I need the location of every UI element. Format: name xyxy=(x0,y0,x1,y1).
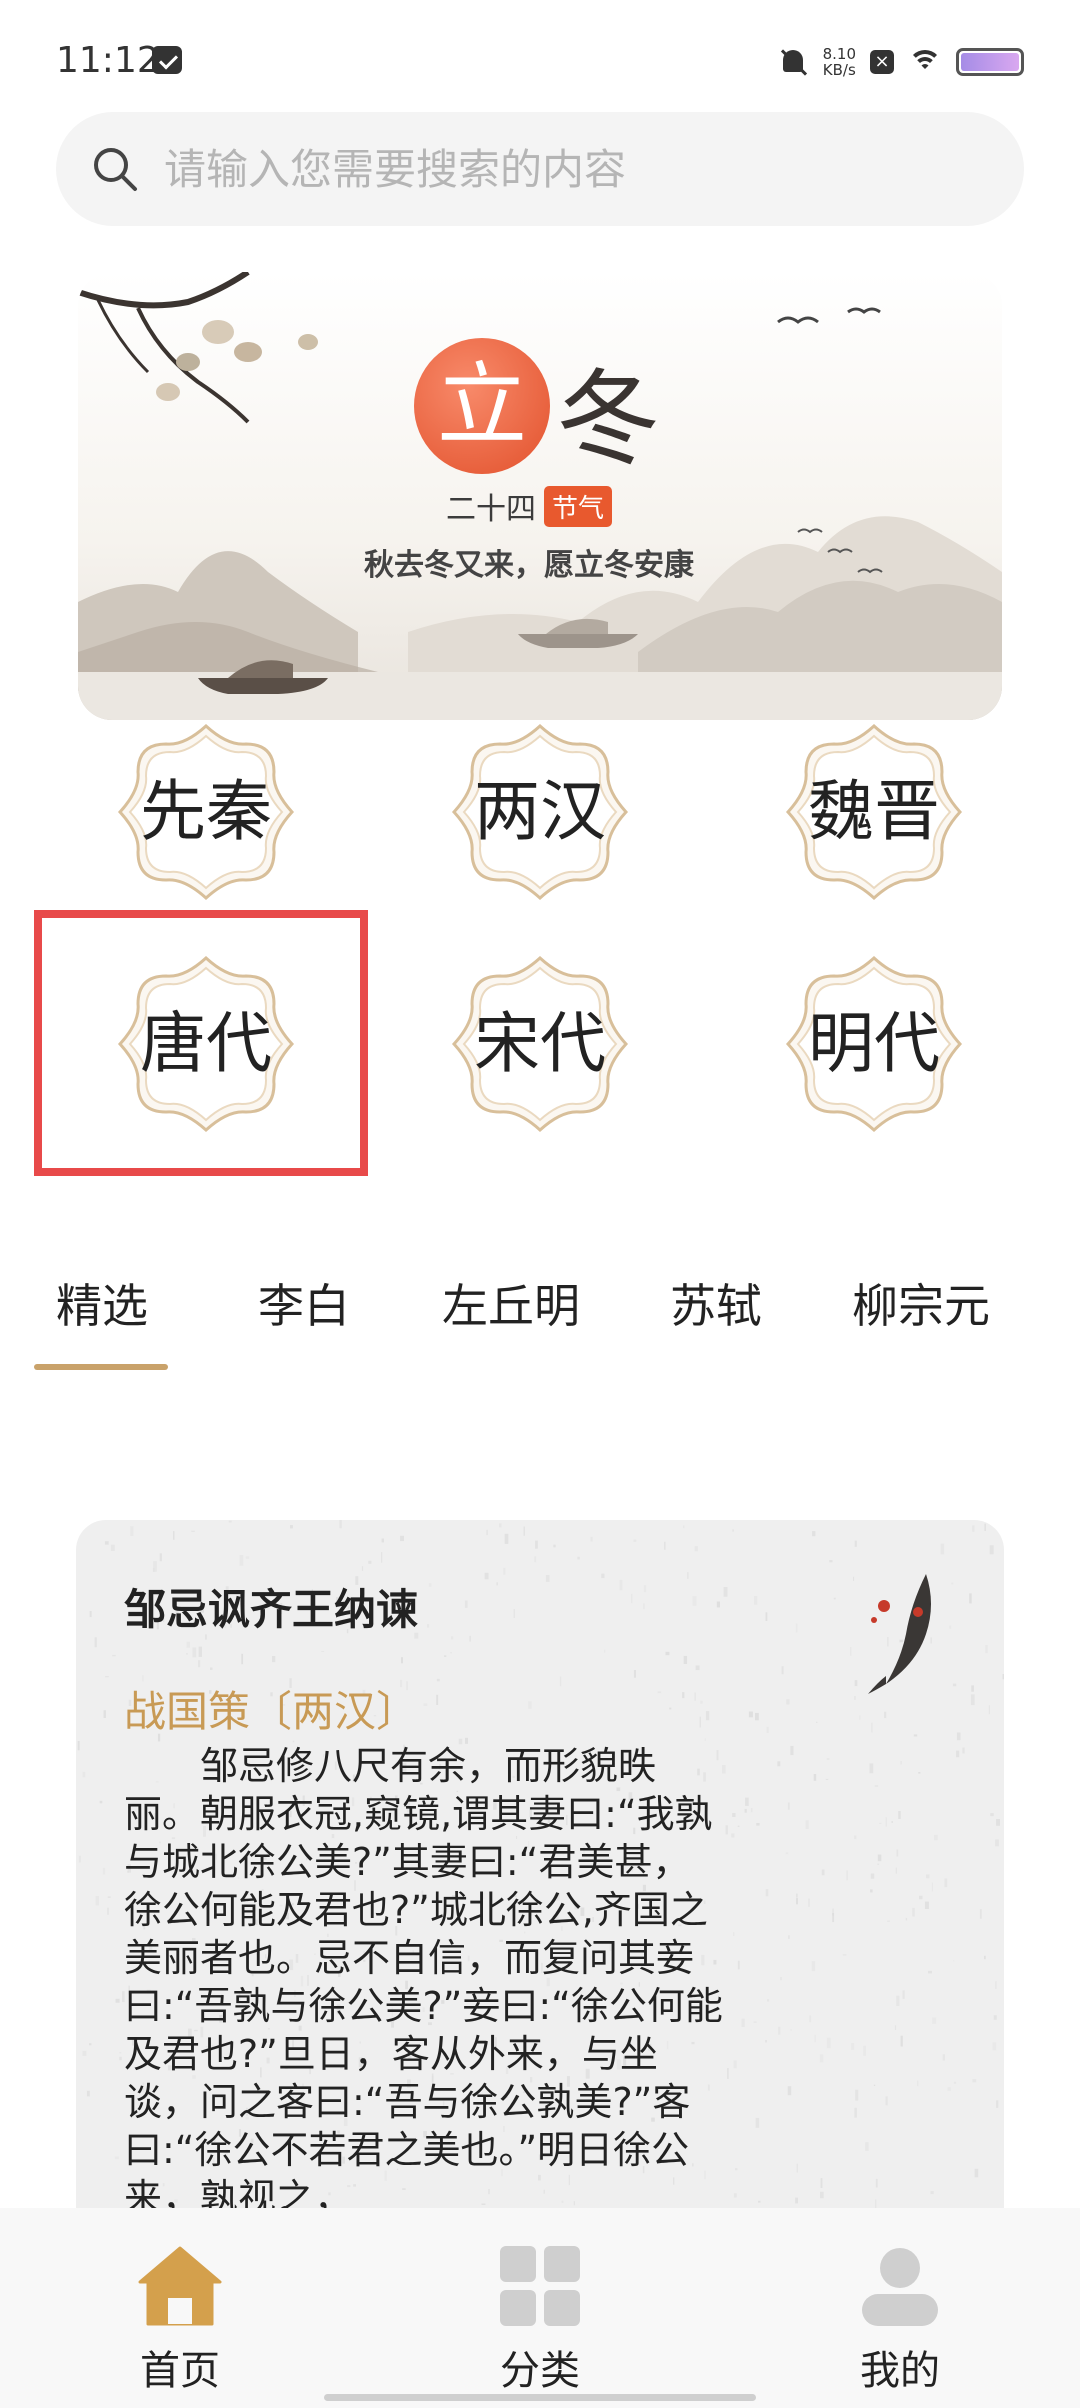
dynasty-weijin[interactable]: 魏晋 xyxy=(784,722,964,902)
nav-mine[interactable]: 我的 xyxy=(840,2246,960,2396)
message-icon xyxy=(152,46,182,74)
solar-term-banner[interactable]: 立 冬 二十四 节气 秋去冬又来，愿立冬安康 xyxy=(78,272,1002,720)
dynasty-xianqin[interactable]: 先秦 xyxy=(116,722,296,902)
close-box-icon: × xyxy=(870,50,894,74)
poem-card[interactable]: 邹忌讽齐王纳谏 战国策〔两汉〕 邹忌修八尺有余，而形貌昳丽。朝服衣冠,窥镜,谓其… xyxy=(76,1520,1004,2220)
home-icon xyxy=(138,2246,222,2326)
poem-title: 邹忌讽齐王纳谏 xyxy=(124,1585,419,1634)
network-speed-unit: KB/s xyxy=(822,61,856,79)
poem-source: 战国策〔两汉〕 xyxy=(124,1687,419,1736)
search-bar[interactable] xyxy=(56,112,1024,226)
banner-subtitle: 二十四 节气 xyxy=(446,484,613,528)
bottom-navigation: 首页 分类 我的 xyxy=(0,2208,1080,2408)
banner-slogan: 秋去冬又来，愿立冬安康 xyxy=(364,548,694,583)
banner-subtitle-badge: 节气 xyxy=(544,485,613,527)
tab-jingxuan[interactable]: 精选 xyxy=(56,1270,148,1336)
gesture-home-bar[interactable] xyxy=(324,2394,756,2401)
banner-title-li: 立 xyxy=(414,338,550,474)
dynasty-label: 魏晋 xyxy=(808,773,940,850)
nav-category-label: 分类 xyxy=(500,2348,580,2394)
dynasty-label: 明代 xyxy=(808,1005,940,1082)
status-time: 11:12 xyxy=(56,40,160,81)
dynasty-label: 宋代 xyxy=(474,1005,606,1082)
search-input[interactable] xyxy=(164,112,984,226)
tab-liuzongyuan[interactable]: 柳宗元 xyxy=(852,1270,990,1336)
koi-fish-icon xyxy=(868,1574,931,1694)
tab-zuoqiuming[interactable]: 左丘明 xyxy=(442,1270,580,1336)
tab-libai[interactable]: 李白 xyxy=(258,1270,350,1336)
dynasty-label: 两汉 xyxy=(474,773,606,850)
dynasty-mingdai[interactable]: 明代 xyxy=(784,954,964,1134)
nav-mine-label: 我的 xyxy=(860,2348,940,2394)
tab-sushi[interactable]: 苏轼 xyxy=(670,1270,762,1336)
nav-category[interactable]: 分类 xyxy=(480,2246,600,2396)
wifi-icon xyxy=(908,48,942,76)
banner-subtitle-prefix: 二十四 xyxy=(446,492,536,527)
user-icon xyxy=(862,2248,938,2326)
banner-title-dong: 冬 xyxy=(556,358,661,480)
network-speed: 8.10 KB/s xyxy=(823,46,856,78)
dynasty-songdai[interactable]: 宋代 xyxy=(450,954,630,1134)
poem-text: 邹忌修八尺有余，而形貌昳丽。朝服衣冠,窥镜,谓其妻曰:“我孰与城北徐公美?”其妻… xyxy=(124,1744,723,2220)
search-icon xyxy=(94,148,137,191)
active-tab-indicator xyxy=(34,1364,168,1370)
selection-highlight xyxy=(34,910,368,1176)
grid-icon xyxy=(500,2246,580,2326)
status-icons: 8.10 KB/s × xyxy=(777,42,1024,82)
status-bar: 11:12 8.10 KB/s × xyxy=(0,0,1080,110)
dynasty-label: 先秦 xyxy=(140,773,272,850)
nav-home-label: 首页 xyxy=(140,2348,220,2394)
nav-home[interactable]: 首页 xyxy=(120,2246,240,2396)
battery-icon xyxy=(956,48,1024,76)
dynasty-lianghan[interactable]: 两汉 xyxy=(450,722,630,902)
mute-bell-icon xyxy=(777,46,809,78)
